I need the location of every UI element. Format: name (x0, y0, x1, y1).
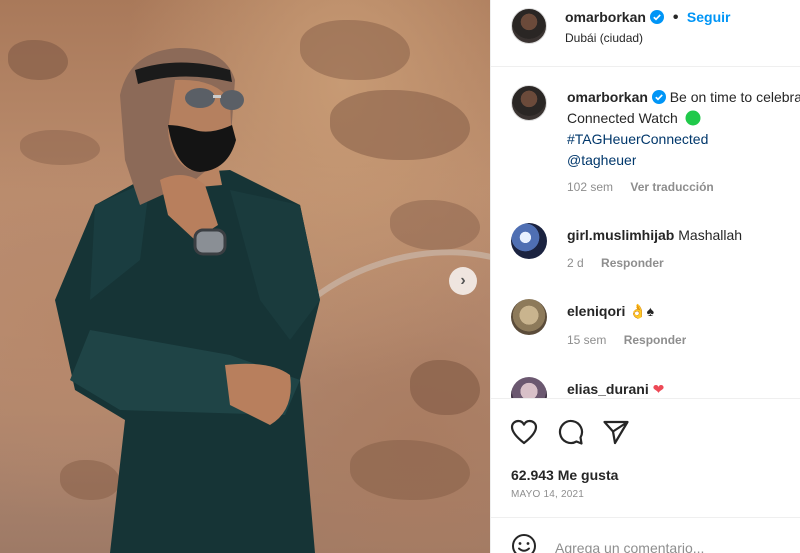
follow-button[interactable]: Seguir (687, 9, 731, 25)
comment-row: elias_durani ❤ (567, 379, 800, 398)
caption-line-2: Connected Watch (567, 108, 800, 128)
commenter-avatar[interactable] (511, 223, 547, 259)
comment-meta: 15 sem Responder (567, 333, 686, 347)
comment-icon[interactable] (556, 418, 584, 446)
green-dot-icon (685, 110, 701, 126)
comment-time: 15 sem (567, 333, 607, 347)
author-username[interactable]: omarborkan (565, 9, 646, 25)
commenter-avatar[interactable] (511, 299, 547, 335)
post-date: MAYO 14, 2021 (511, 489, 585, 500)
comment-row: girl.muslimhijab Mashallah (567, 225, 800, 245)
comment-text: 👌♠ (629, 303, 655, 319)
post-photo[interactable]: › (0, 0, 490, 553)
comment-username[interactable]: elias_durani (567, 381, 649, 397)
separator-dot: • (672, 9, 679, 26)
chevron-right-icon: › (460, 272, 466, 289)
verified-badge-icon (650, 10, 665, 24)
comment-row: eleniqori 👌♠ (567, 301, 800, 321)
likes-count[interactable]: 62.943 Me gusta (511, 467, 618, 483)
post-header: omarborkan • Seguir Dubái (ciudad) (491, 0, 800, 67)
comment-time: 2 d (567, 256, 584, 270)
caption-meta: 102 sem Ver traducción (567, 180, 714, 194)
caption-text: Be on time to celebrate (669, 89, 800, 105)
comment-input[interactable]: Agrega un comentario... (555, 540, 704, 553)
emoji-icon[interactable] (511, 533, 537, 553)
post-location[interactable]: Dubái (ciudad) (565, 31, 643, 45)
post-actions: 62.943 Me gusta MAYO 14, 2021 Agrega un … (491, 398, 800, 553)
verified-badge-icon (651, 90, 666, 104)
comment-text: Mashallah (678, 227, 743, 243)
comment-username[interactable]: eleniqori (567, 303, 625, 319)
comment-meta: 2 d Responder (567, 256, 664, 270)
caption-text-2: Connected Watch (567, 110, 678, 126)
caption-avatar[interactable] (511, 85, 547, 121)
post-details-panel: omarborkan • Seguir Dubái (ciudad) omarb… (490, 0, 800, 553)
comments-list: omarborkan Be on time to celebrate Conne… (491, 68, 800, 398)
comment-username[interactable]: girl.muslimhijab (567, 227, 674, 243)
caption-mention[interactable]: @tagheuer (567, 150, 636, 170)
carousel-next-button[interactable]: › (449, 267, 477, 295)
reply-button[interactable]: Responder (601, 256, 664, 270)
caption-username[interactable]: omarborkan (567, 89, 648, 105)
author-avatar[interactable] (511, 8, 547, 44)
paper-plane-icon[interactable] (602, 419, 630, 445)
comment-text: ❤ (652, 381, 665, 397)
caption-hashtag[interactable]: #TAGHeuerConnected (567, 129, 708, 149)
caption-time: 102 sem (567, 180, 614, 194)
heart-icon[interactable] (510, 419, 538, 445)
reply-button[interactable]: Responder (624, 333, 687, 347)
add-comment-bar: Agrega un comentario... (491, 517, 800, 553)
see-translation-button[interactable]: Ver traducción (630, 180, 713, 194)
man-figure (55, 48, 320, 553)
caption-line-1: omarborkan Be on time to celebrate (567, 87, 800, 107)
commenter-avatar[interactable] (511, 377, 547, 398)
